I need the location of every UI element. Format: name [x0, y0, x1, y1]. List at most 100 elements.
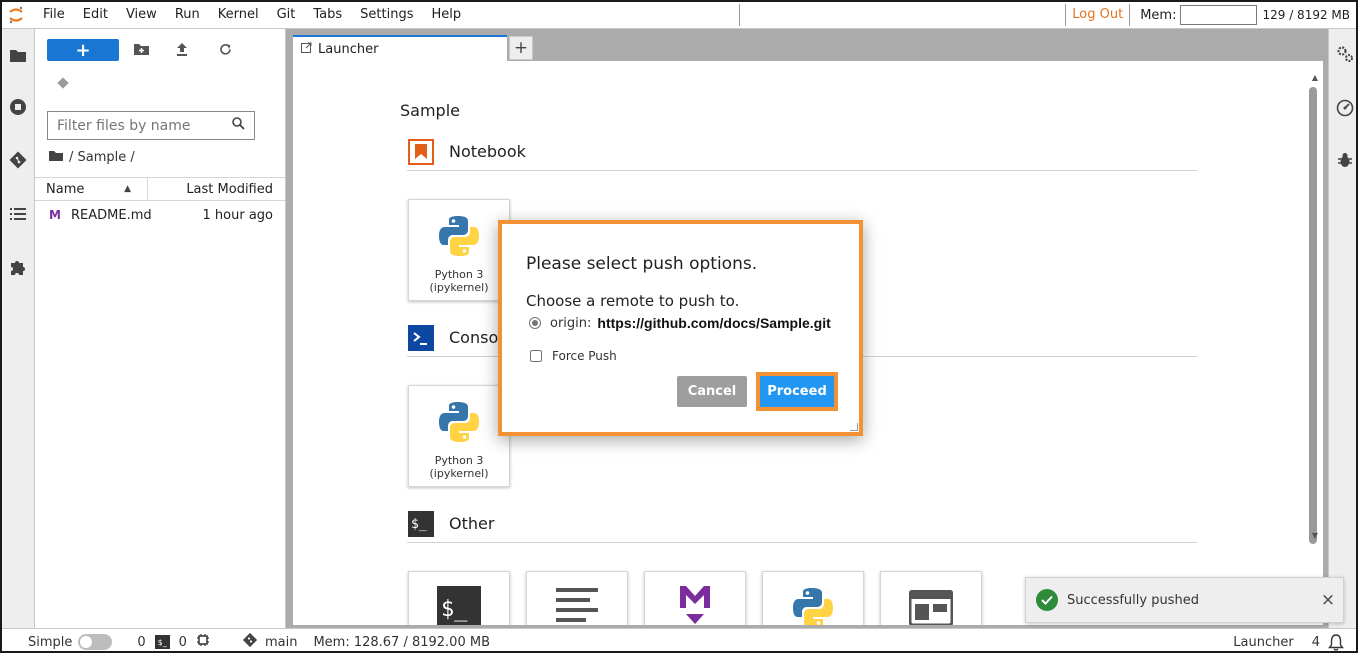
folder-icon[interactable] [9, 46, 27, 64]
python-logo-icon [435, 212, 483, 264]
menubar: File Edit View Run Kernel Git Tabs Setti… [2, 2, 1356, 29]
file-browser-toolbar: + [35, 37, 285, 61]
scroll-up-icon[interactable]: ▲ [1312, 73, 1318, 82]
git-branch-icon [242, 632, 258, 651]
success-toast: Successfully pushed × [1025, 577, 1344, 623]
terminal-card[interactable]: $_ [408, 571, 510, 625]
resize-grip[interactable] [850, 423, 858, 431]
terminal-icon: $_ [437, 586, 481, 625]
launcher-tab-icon [301, 42, 312, 56]
search-icon [232, 117, 254, 134]
text-file-card[interactable] [526, 571, 628, 625]
new-folder-icon[interactable] [133, 41, 149, 57]
menu-settings[interactable]: Settings [351, 2, 422, 28]
file-list-item[interactable]: M README.md 1 hour ago [35, 204, 285, 226]
dialog-subtitle: Choose a remote to push to. [526, 292, 740, 310]
force-push-option[interactable]: Force Push [530, 349, 617, 363]
file-name: README.md [71, 207, 152, 223]
menu-view[interactable]: View [117, 2, 166, 28]
breadcrumb: / Sample / [49, 150, 135, 165]
menu-file[interactable]: File [34, 2, 74, 28]
force-push-checkbox[interactable] [530, 350, 542, 362]
running-sessions-icon[interactable] [9, 98, 27, 116]
notebook-section-label: Notebook [449, 142, 526, 161]
card-label: Python 3 (ipykernel) [429, 268, 489, 294]
new-launcher-button[interactable]: + [47, 39, 119, 61]
git-clone-icon[interactable] [57, 77, 69, 92]
tab-bar: Launcher + [293, 35, 533, 61]
terminals-status[interactable]: 0 $_ 0 [137, 633, 210, 651]
debugger-bug-icon[interactable] [1336, 151, 1354, 169]
console-section-icon [407, 324, 435, 352]
jupyterlab-window: File Edit View Run Kernel Git Tabs Setti… [0, 0, 1358, 653]
mem-value: 129 / 8192 MB [1262, 8, 1350, 22]
remote-url: https://github.com/docs/Sample.git [597, 315, 831, 331]
python-file-card[interactable] [762, 571, 864, 625]
status-bar: Simple 0 $_ 0 main Mem: 128.67 / 8192.00… [2, 628, 1356, 651]
upload-icon[interactable] [174, 41, 190, 57]
scroll-down-icon[interactable]: ▼ [1312, 531, 1318, 540]
bell-icon[interactable] [1328, 633, 1344, 651]
folder-icon[interactable] [49, 150, 63, 165]
name-column-label: Name [46, 181, 85, 197]
filter-placeholder: Filter files by name [57, 117, 191, 134]
remote-name: origin: [550, 315, 592, 331]
notifications-count: 4 [1311, 634, 1320, 650]
scrollbar-thumb[interactable] [1309, 87, 1317, 544]
text-file-icon [556, 588, 598, 625]
contextual-help-icon [908, 589, 954, 625]
menu-tabs[interactable]: Tabs [304, 2, 351, 28]
git-icon[interactable] [9, 151, 27, 169]
other-section: $_ Other [407, 510, 1197, 543]
name-column-header[interactable]: Name ▲ [35, 178, 148, 200]
svg-text:$_: $_ [441, 597, 468, 622]
tab-launcher[interactable]: Launcher [293, 35, 507, 61]
simple-mode-toggle[interactable]: Simple [28, 634, 113, 650]
logout-button[interactable]: Log Out [1065, 4, 1131, 26]
cancel-button[interactable]: Cancel [677, 376, 747, 407]
add-tab-button[interactable]: + [509, 36, 533, 60]
git-branch-status[interactable]: main [242, 632, 297, 651]
menu-edit[interactable]: Edit [74, 2, 117, 28]
close-icon[interactable]: × [1313, 590, 1343, 610]
breadcrumb-path[interactable]: / Sample / [69, 150, 135, 165]
left-activity-bar [2, 29, 35, 628]
launcher-title: Sample [400, 101, 460, 120]
python-logo-icon [435, 398, 483, 450]
extension-manager-icon[interactable] [9, 258, 27, 276]
mem-label: Mem: [1140, 7, 1177, 23]
mem-status: Mem: 128.67 / 8192.00 MB [313, 634, 490, 650]
remote-radio-button[interactable] [529, 317, 541, 329]
file-modified: 1 hour ago [202, 207, 273, 223]
toast-message: Successfully pushed [1067, 592, 1199, 608]
svg-text:$_: $_ [411, 517, 427, 532]
menu-run[interactable]: Run [166, 2, 209, 28]
refresh-icon[interactable] [217, 41, 233, 57]
menu-kernel[interactable]: Kernel [209, 2, 268, 28]
filter-files-input[interactable]: Filter files by name [47, 111, 255, 140]
kernels-count: 0 [178, 634, 187, 650]
notebook-section-header: Notebook [407, 138, 1197, 171]
markdown-file-icon: M [49, 208, 61, 222]
modified-column-header[interactable]: Last Modified [148, 182, 285, 197]
notebook-section-icon [407, 138, 435, 166]
notebook-python3-card[interactable]: Python 3 (ipykernel) [408, 199, 510, 301]
table-of-contents-icon[interactable] [9, 205, 27, 223]
simple-mode-switch[interactable] [78, 634, 113, 650]
remote-origin-option[interactable]: origin: https://github.com/docs/Sample.g… [529, 315, 831, 331]
resource-usage-gauge-icon[interactable] [1336, 99, 1354, 117]
dialog-title: Please select push options. [526, 254, 758, 274]
push-options-dialog: Please select push options. Choose a rem… [498, 220, 863, 436]
check-circle-icon [1036, 589, 1058, 611]
kernel-chip-icon [196, 633, 210, 651]
property-inspector-icon[interactable] [1336, 45, 1354, 63]
file-list-header: Name ▲ Last Modified [35, 177, 285, 201]
other-section-header: $_ Other [407, 510, 1197, 543]
markdown-file-card[interactable] [644, 571, 746, 625]
contextual-help-card[interactable] [880, 571, 982, 625]
menu-help[interactable]: Help [423, 2, 471, 28]
menu-git[interactable]: Git [268, 2, 305, 28]
console-python3-card[interactable]: Python 3 (ipykernel) [408, 385, 510, 487]
proceed-button[interactable]: Proceed [760, 376, 834, 407]
proceed-button-highlight: Proceed [756, 372, 838, 411]
